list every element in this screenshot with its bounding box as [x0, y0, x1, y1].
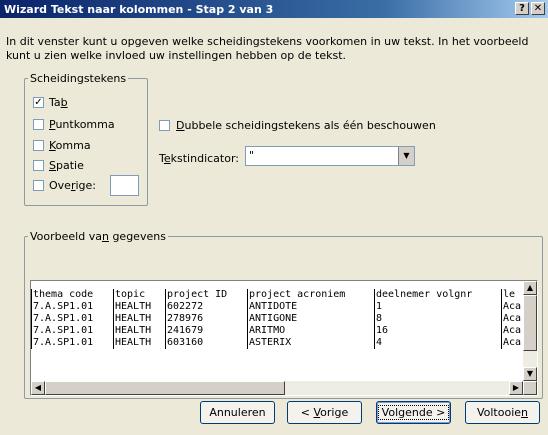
table-cell: 7.A.SP1.01	[31, 313, 114, 325]
tab-label[interactable]: Tab	[49, 96, 68, 109]
tab-checkbox[interactable]: ✓	[33, 97, 44, 108]
comma-label[interactable]: Komma	[49, 139, 91, 152]
table-cell: 7.A.SP1.01	[31, 337, 114, 349]
space-label[interactable]: Spatie	[49, 159, 84, 172]
comma-checkbox[interactable]	[33, 140, 44, 151]
horizontal-scroll-thumb[interactable]	[45, 381, 285, 395]
close-button[interactable]: ✕	[531, 2, 545, 15]
table-cell: topic	[113, 289, 166, 301]
table-cell: HEALTH	[113, 337, 166, 349]
preview-legend: Voorbeeld van gegevens	[28, 230, 168, 243]
table-row: 7.A.SP1.01 HEALTH 602272 ANTIDOTE 1 Aca	[31, 301, 523, 313]
preview-grid[interactable]: thema code topic project ID project acro…	[30, 280, 538, 396]
table-row: 7.A.SP1.01 HEALTH 603160 ASTERIX 4 Aca	[31, 337, 523, 349]
previous-button[interactable]: < Vorige	[287, 401, 362, 424]
other-input[interactable]	[110, 175, 139, 196]
space-checkbox[interactable]	[33, 160, 44, 171]
separators-legend: Scheidingstekens	[28, 72, 129, 85]
scroll-up-button[interactable]: ▲	[523, 281, 537, 295]
double-delims-checkbox[interactable]	[159, 120, 170, 131]
title-bar: Wizard Tekst naar kolommen - Stap 2 van …	[0, 0, 548, 18]
table-cell: ARITMO	[247, 325, 375, 337]
chevron-down-icon[interactable]: ▼	[398, 147, 414, 165]
vertical-scroll-thumb[interactable]	[523, 295, 537, 351]
table-cell: HEALTH	[113, 325, 166, 337]
double-delims-label[interactable]: Dubbele scheidingstekens als één beschou…	[176, 119, 436, 132]
table-cell: HEALTH	[113, 313, 166, 325]
next-button-label: Volgende >	[377, 405, 450, 420]
table-cell: 8	[374, 313, 502, 325]
scroll-right-button[interactable]: ▶	[509, 381, 523, 395]
intro-text: In dit venster kunt u opgeven welke sche…	[6, 35, 529, 62]
table-row: 7.A.SP1.01 HEALTH 278976 ANTIGONE 8 Aca	[31, 313, 523, 325]
table-cell: 16	[374, 325, 502, 337]
table-cell: 603160	[165, 337, 248, 349]
table-cell: ANTIDOTE	[247, 301, 375, 313]
scrollbar-corner	[523, 381, 537, 395]
table-cell: le	[501, 289, 523, 301]
table-cell: Aca	[501, 313, 523, 325]
table-cell: ANTIGONE	[247, 313, 375, 325]
next-button[interactable]: Volgende >	[376, 401, 451, 424]
cancel-button[interactable]: Annuleren	[200, 401, 275, 424]
scroll-down-button[interactable]: ▼	[523, 367, 537, 381]
table-cell: ASTERIX	[247, 337, 375, 349]
table-cell: 602272	[165, 301, 248, 313]
semicolon-checkbox[interactable]	[33, 119, 44, 130]
table-cell: Aca	[501, 325, 523, 337]
table-cell: 7.A.SP1.01	[31, 301, 114, 313]
table-cell: deelnemer volgnr	[374, 289, 502, 301]
text-qualifier-value: "	[249, 149, 255, 162]
scroll-left-button[interactable]: ◀	[31, 381, 45, 395]
other-checkbox[interactable]	[33, 180, 44, 191]
table-row: 7.A.SP1.01 HEALTH 241679 ARITMO 16 Aca	[31, 325, 523, 337]
other-label[interactable]: Overige:	[49, 179, 96, 192]
window-title: Wizard Tekst naar kolommen - Stap 2 van …	[4, 3, 274, 16]
table-cell: project acroniem	[247, 289, 375, 301]
table-cell: 7.A.SP1.01	[31, 325, 114, 337]
preview-table: thema code topic project ID project acro…	[31, 289, 523, 349]
table-cell: thema code	[31, 289, 114, 301]
text-qualifier-combobox[interactable]: " ▼	[245, 146, 415, 166]
table-cell: Aca	[501, 337, 523, 349]
table-cell: 4	[374, 337, 502, 349]
table-cell: 241679	[165, 325, 248, 337]
table-cell: 278976	[165, 313, 248, 325]
table-cell: 1	[374, 301, 502, 313]
table-row: thema code topic project ID project acro…	[31, 289, 523, 301]
finish-button[interactable]: Voltooien	[465, 401, 540, 424]
help-button[interactable]: ?	[515, 2, 529, 15]
table-cell: project ID	[165, 289, 248, 301]
table-cell: Aca	[501, 301, 523, 313]
table-cell: HEALTH	[113, 301, 166, 313]
semicolon-label[interactable]: Puntkomma	[49, 118, 115, 131]
text-qualifier-label: Tekstindicator:	[159, 152, 239, 165]
